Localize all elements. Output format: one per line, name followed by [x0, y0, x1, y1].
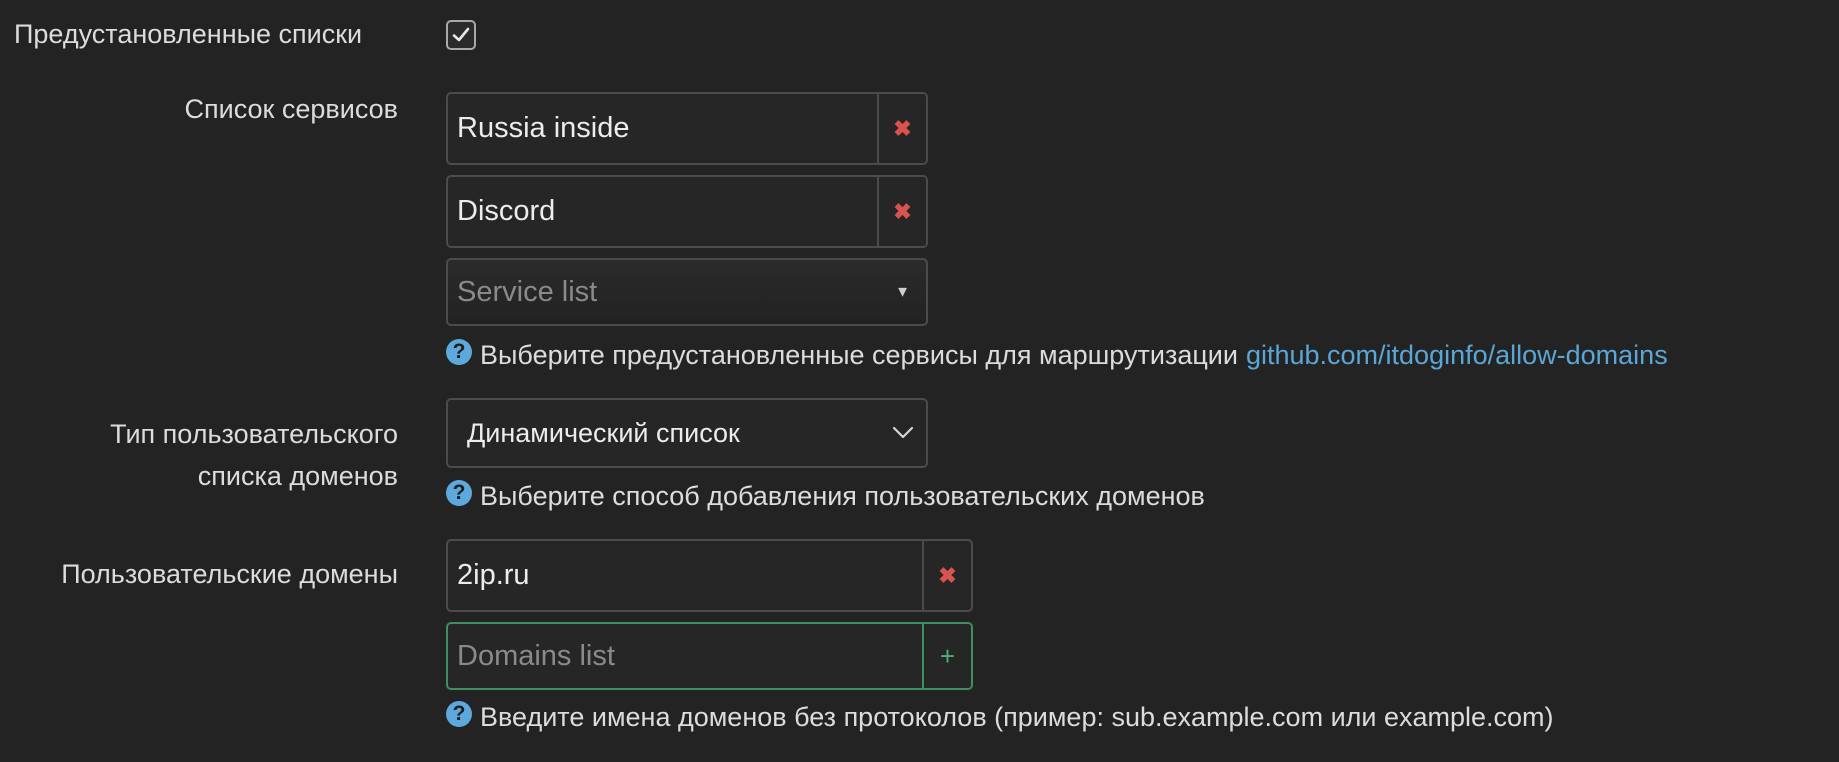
- domain-list-type-selected: Динамический список: [467, 417, 740, 448]
- new-domain-field: Domains list +: [446, 622, 973, 690]
- domain-list-type-select[interactable]: Динамический список: [446, 398, 928, 468]
- service-list-placeholder: Service list: [457, 275, 598, 308]
- allow-domains-link[interactable]: github.com/itdoginfo/allow-domains: [1246, 340, 1668, 371]
- remove-service-button[interactable]: ✖: [877, 94, 926, 163]
- settings-form: Предустановленные списки Список сервисов…: [0, 0, 1839, 762]
- remove-domain-button[interactable]: ✖: [922, 541, 971, 610]
- custom-domain-item: 2ip.ru ✖: [446, 539, 973, 612]
- remove-icon: ✖: [893, 198, 912, 224]
- question-circle-icon: ?: [446, 480, 472, 506]
- remove-icon: ✖: [938, 562, 957, 588]
- service-item-russia-inside: Russia inside ✖: [446, 92, 928, 165]
- question-circle-icon: ?: [446, 701, 472, 727]
- question-circle-icon: ?: [446, 339, 472, 365]
- chevron-down-icon: [892, 426, 914, 439]
- plus-icon: +: [939, 640, 956, 671]
- service-item-value[interactable]: Discord: [457, 177, 555, 246]
- service-list-help-text: Выберите предустановленные сервисы для м…: [480, 339, 1238, 370]
- service-item-discord: Discord ✖: [446, 175, 928, 248]
- domain-list-type-help: ? Выберите способ добавления пользовател…: [446, 475, 1205, 517]
- caret-down-icon: ▼: [895, 283, 910, 301]
- custom-domains-help-text: Введите имена доменов без протоколов (пр…: [480, 701, 1554, 732]
- service-list-help: ? Выберите предустановленные сервисы для…: [446, 334, 1668, 376]
- service-item-value[interactable]: Russia inside: [457, 94, 629, 163]
- remove-service-button[interactable]: ✖: [877, 177, 926, 246]
- domain-list-type-help-text: Выберите способ добавления пользовательс…: [480, 480, 1205, 511]
- service-list-label: Список сервисов: [184, 94, 398, 124]
- domains-list-input[interactable]: Domains list: [457, 624, 615, 688]
- checkmark-icon: [452, 27, 470, 42]
- add-domain-button[interactable]: +: [922, 624, 971, 688]
- domain-list-type-label-line2: списка доменов: [197, 461, 398, 491]
- custom-domain-value[interactable]: 2ip.ru: [457, 541, 530, 610]
- domain-list-type-label-line1: Тип пользовательского: [110, 419, 398, 449]
- custom-domains-help: ? Введите имена доменов без протоколов (…: [446, 696, 1554, 738]
- preinstalled-lists-label: Предустановленные списки: [14, 19, 363, 49]
- preinstalled-lists-checkbox[interactable]: [446, 20, 476, 50]
- custom-domains-label: Пользовательские домены: [61, 559, 398, 589]
- service-list-dropdown[interactable]: Service list ▼: [446, 258, 928, 326]
- remove-icon: ✖: [893, 115, 912, 141]
